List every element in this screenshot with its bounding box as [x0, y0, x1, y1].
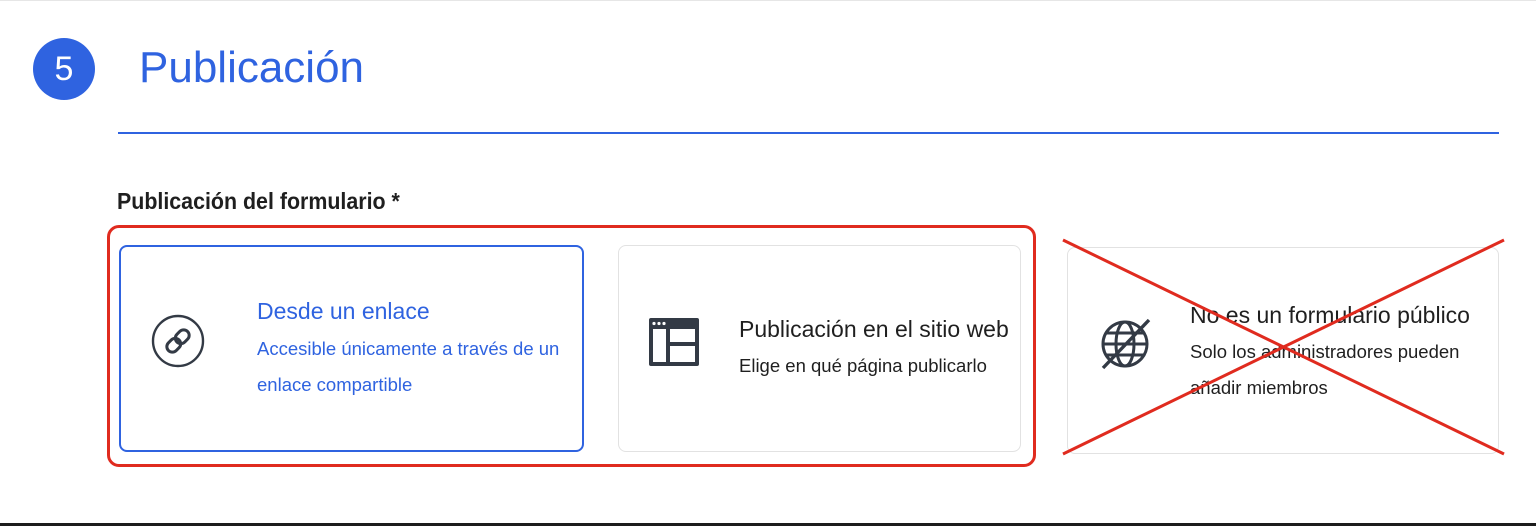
option-description: Elige en qué página publicarlo	[739, 355, 987, 376]
option-title: Desde un enlace	[257, 298, 430, 324]
link-icon	[151, 314, 205, 368]
option-title: Publicación en el sitio web	[739, 316, 1009, 342]
option-description: Accesible únicamente a través de un enla…	[257, 338, 560, 395]
option-title: No es un formulario público	[1190, 302, 1470, 328]
option-card-link[interactable]: Desde un enlace Accesible únicamente a t…	[119, 245, 584, 452]
option-card-website[interactable]: Publicación en el sitio web Elige en qué…	[618, 245, 1021, 452]
option-description: Solo los administradores pueden añadir m…	[1190, 341, 1460, 398]
publication-field-label: Publicación del formulario *	[117, 188, 400, 214]
step-number-badge: 5	[33, 38, 95, 100]
option-card-private[interactable]: No es un formulario público Solo los adm…	[1067, 247, 1499, 454]
publication-section: 5 Publicación Publicación del formulario…	[0, 0, 1536, 526]
section-title: Publicación	[139, 43, 365, 92]
website-layout-icon	[649, 318, 699, 366]
globe-off-icon	[1101, 318, 1151, 370]
section-divider	[118, 132, 1499, 134]
